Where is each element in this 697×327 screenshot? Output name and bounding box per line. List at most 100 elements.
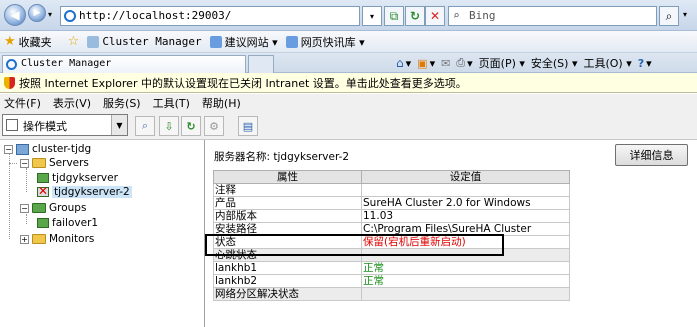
table-header-row: 属性 设定值	[213, 170, 570, 184]
group-folder-icon	[32, 203, 46, 213]
search-options-icon[interactable]: ▾	[683, 10, 687, 19]
ie-icon	[285, 35, 298, 48]
feed-icon: ▣	[417, 56, 428, 70]
tree-label: cluster-tjdg	[32, 143, 92, 155]
favorites-label: 收藏夹	[18, 35, 52, 49]
server-down-icon	[37, 184, 49, 198]
search-tool-button[interactable]: ⌕	[135, 116, 155, 136]
menu-help[interactable]: 帮助(H)	[202, 95, 241, 111]
menu-tools[interactable]: 工具(T)	[153, 95, 190, 111]
menu-service[interactable]: 服务(S)	[103, 95, 141, 111]
column-header-property: 属性	[213, 170, 362, 184]
collapse-icon[interactable]: −	[20, 158, 29, 168]
favorite-link-cluster-manager[interactable]: Cluster Manager	[87, 35, 202, 48]
tree-node-groups[interactable]: − Groups	[4, 202, 86, 214]
info-bar-text: 按照 Internet Explorer 中的默认设置现在已关闭 Intrane…	[19, 76, 467, 90]
tab-bar: Cluster Manager ⌂ ▾ ▣ ▾ ✉ ⎙ ▾ 页面(P) ▾ 安全(S)…	[0, 53, 697, 73]
ie-icon	[209, 35, 222, 48]
url-input[interactable]: http://localhost:29003/	[60, 6, 360, 26]
stop-button[interactable]: ✕	[425, 6, 445, 26]
reload-button[interactable]: ↻	[181, 116, 201, 136]
column-header-value: 设定值	[361, 170, 570, 184]
favorite-web-slice-gallery[interactable]: 网页快讯库 ▾	[285, 34, 365, 50]
search-button[interactable]: ⌕	[659, 6, 679, 26]
folder-icon	[32, 158, 46, 168]
table-row[interactable]: 产品 SureHA Cluster 2.0 for Windows	[213, 196, 570, 210]
tree-node-monitors[interactable]: + Monitors	[4, 233, 94, 245]
tree-label: tjdgykserver-2	[52, 186, 132, 198]
tree-node-cluster[interactable]: − cluster-tjdg	[4, 143, 91, 155]
page-menu[interactable]: 页面(P) ▾	[479, 55, 525, 71]
mode-select-value: 操作模式	[23, 120, 67, 133]
table-row[interactable]: 网络分区解决状态	[213, 287, 570, 301]
forward-button[interactable]: ▶	[28, 4, 46, 22]
tree-connector	[26, 214, 27, 224]
group-icon	[37, 218, 49, 228]
table-row[interactable]: 内部版本 11.03	[213, 209, 570, 223]
help-button[interactable]: ? ▾	[638, 57, 652, 70]
server-name-label: 服务器名称: tjdgykserver-2	[214, 151, 350, 163]
ie-tab-icon	[6, 59, 17, 70]
tree-connector	[9, 163, 17, 164]
annotation-highlight-box	[205, 234, 504, 256]
favorite-label: Cluster Manager	[102, 35, 202, 48]
value-cell: 11.03	[361, 209, 570, 223]
tree-node-group-1[interactable]: failover1	[37, 217, 98, 229]
download-button[interactable]: ⇩	[159, 116, 179, 136]
tab-cluster-manager[interactable]: Cluster Manager	[2, 55, 246, 73]
refresh-button[interactable]: ↻	[405, 6, 425, 26]
tree-label: Groups	[49, 202, 87, 214]
cluster-icon	[16, 143, 29, 155]
safety-menu[interactable]: 安全(S) ▾	[531, 55, 578, 71]
command-bar: ⌂ ▾ ▣ ▾ ✉ ⎙ ▾ 页面(P) ▾ 安全(S) ▾ 工具(O) ▾ ? ▾	[396, 55, 652, 71]
information-bar[interactable]: 按照 Internet Explorer 中的默认设置现在已关闭 Intrane…	[0, 73, 697, 93]
favorites-button[interactable]: ★ 收藏夹	[4, 34, 52, 50]
property-cell: 产品	[213, 196, 362, 210]
value-cell: SureHA Cluster 2.0 for Windows	[361, 196, 570, 210]
property-cell: 网络分区解决状态	[213, 287, 362, 301]
value-cell: 正常	[361, 261, 570, 275]
mode-select[interactable]: 操作模式 ▼	[2, 114, 128, 136]
collapse-icon[interactable]: −	[4, 144, 13, 154]
settings-button[interactable]: ⚙	[204, 116, 224, 136]
expand-icon[interactable]: +	[20, 234, 29, 244]
property-cell: lankhb1	[213, 261, 362, 275]
menu-view[interactable]: 表示(V)	[53, 95, 91, 111]
search-engine-icon: ⌕	[453, 9, 460, 22]
star-icon: ★	[4, 34, 16, 49]
tree-node-server-1[interactable]: tjdgykserver	[37, 172, 118, 184]
back-button[interactable]: ◀	[4, 4, 26, 26]
operation-mode-icon	[6, 119, 18, 131]
app-toolbar: 操作模式 ▼ ⌕ ⇩ ↻ ⚙ ▤	[0, 112, 697, 140]
add-favorite-icon: ☆	[67, 34, 80, 49]
value-cell	[361, 183, 570, 197]
search-input[interactable]: ⌕ Bing	[448, 6, 657, 26]
tools-menu[interactable]: 工具(O) ▾	[583, 55, 631, 71]
monitor-button[interactable]: ▤	[238, 116, 258, 136]
feeds-button[interactable]: ▣ ▾	[417, 57, 435, 70]
print-button[interactable]: ⎙ ▾	[456, 56, 472, 70]
home-button[interactable]: ⌂ ▾	[396, 56, 411, 70]
table-row[interactable]: lankhb1 正常	[213, 261, 570, 275]
add-favorite-button[interactable]: ☆	[68, 34, 80, 49]
url-text: http://localhost:29003/	[79, 9, 232, 22]
url-dropdown-button[interactable]: ▾	[362, 6, 382, 26]
new-tab-button[interactable]	[248, 55, 274, 73]
details-button[interactable]: 详细信息	[615, 144, 688, 166]
chevron-down-icon[interactable]: ▼	[111, 115, 127, 135]
compat-view-button[interactable]: ⧉	[384, 6, 404, 26]
tree-node-servers[interactable]: − Servers	[4, 157, 89, 169]
menu-file[interactable]: 文件(F)	[4, 95, 41, 111]
favorite-suggested-sites[interactable]: 建议网站 ▾	[209, 34, 278, 50]
mail-button[interactable]: ✉	[441, 57, 450, 70]
collapse-icon[interactable]: −	[20, 203, 29, 213]
tree-label: Monitors	[49, 233, 95, 245]
app-menu-bar: 文件(F) 表示(V) 服务(S) 工具(T) 帮助(H)	[0, 94, 697, 112]
history-dropdown-icon[interactable]: ▾	[48, 10, 52, 19]
table-row[interactable]: lankhb2 正常	[213, 274, 570, 288]
search-placeholder: Bing	[469, 9, 496, 22]
print-icon: ⎙	[456, 56, 466, 69]
table-row[interactable]: 注释	[213, 183, 570, 197]
address-bar: ◀ ▶ ▾ http://localhost:29003/ ▾ ⧉ ↻ ✕ ⌕ …	[0, 0, 697, 31]
tree-node-server-2[interactable]: tjdgykserver-2	[37, 184, 132, 198]
